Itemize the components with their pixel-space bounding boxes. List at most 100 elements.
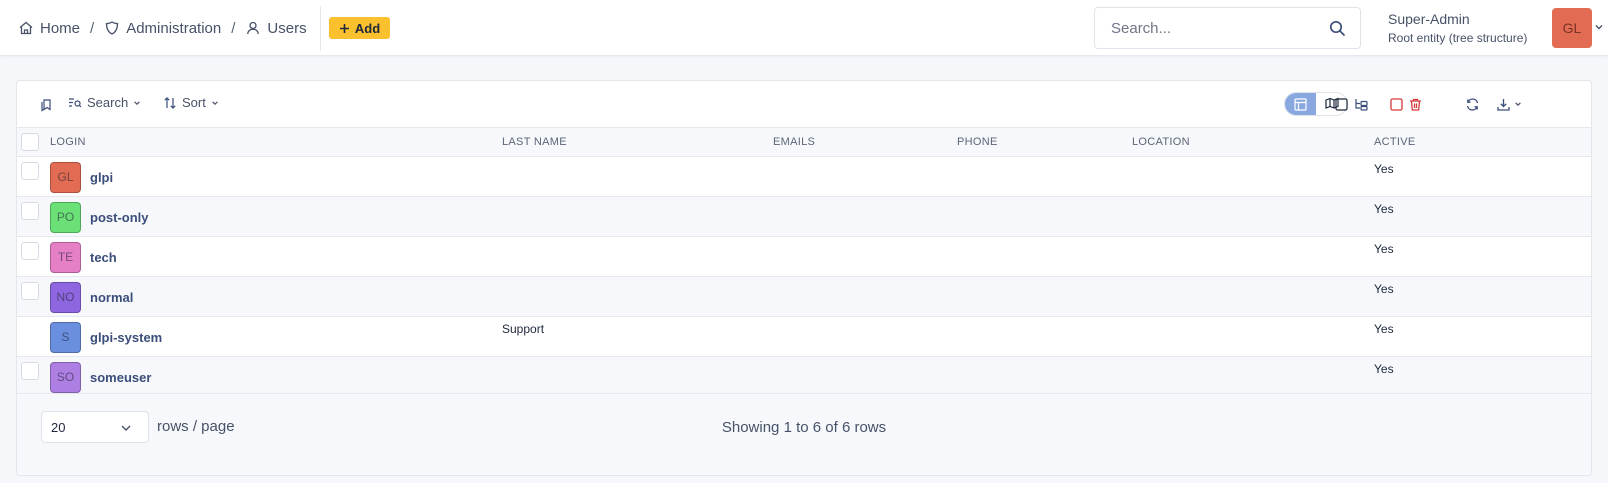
chevron-down-icon[interactable]	[1514, 100, 1522, 108]
breadcrumb-separator: /	[90, 19, 95, 37]
shield-icon	[106, 21, 119, 35]
sort-button[interactable]: Sort	[163, 95, 219, 110]
avatar-initials: NO	[56, 290, 75, 304]
login-cell: PO post-only	[50, 196, 502, 236]
select-all-checkbox[interactable]	[21, 132, 39, 151]
login-cell: SO someuser	[50, 356, 502, 396]
column-header-emails[interactable]: EMAILS	[773, 128, 957, 157]
top-header: Home / Administration / Users Add Super-…	[0, 0, 1608, 56]
column-header-last-name[interactable]: LAST NAME	[502, 128, 773, 157]
global-search-input[interactable]	[1111, 19, 1321, 37]
row-select-cell	[17, 356, 50, 396]
chevron-down-icon	[212, 100, 218, 105]
avatar-initials: GL	[57, 170, 74, 184]
row-select-cell	[17, 196, 50, 236]
last-name-cell	[502, 236, 773, 276]
breadcrumb-administration[interactable]: Administration	[104, 20, 221, 37]
list-toolbar: Search Sort	[17, 81, 1591, 128]
chevron-down-icon	[134, 100, 141, 105]
phone-cell	[957, 276, 1132, 316]
column-header-phone[interactable]: PHONE	[957, 128, 1132, 157]
avatar: S	[50, 321, 81, 353]
breadcrumb-users[interactable]: Users	[245, 19, 307, 37]
user-menu-info[interactable]: Super-Admin Root entity (tree structure)	[1388, 11, 1527, 45]
login-cell: NO normal	[50, 276, 502, 316]
phone-cell	[957, 156, 1132, 196]
user-entity: Root entity (tree structure)	[1388, 31, 1528, 45]
breadcrumb-users-label: Users	[267, 19, 307, 37]
avatar-initials: TE	[57, 250, 74, 264]
phone-cell	[957, 196, 1132, 236]
location-cell	[1132, 356, 1374, 396]
row-select-cell	[17, 316, 50, 356]
last-name-cell	[502, 196, 773, 236]
add-button-label: Add	[354, 20, 381, 36]
table-row: TE tech Yes	[17, 236, 1591, 276]
table-icon	[1294, 97, 1307, 111]
location-cell	[1132, 276, 1374, 316]
emails-cell	[773, 156, 957, 196]
row-checkbox[interactable]	[21, 241, 39, 260]
avatar: NO	[50, 281, 81, 313]
avatar-initials: S	[61, 330, 70, 344]
refresh-icon[interactable]	[1465, 97, 1480, 112]
row-checkbox[interactable]	[21, 361, 39, 380]
avatar: SO	[50, 361, 81, 393]
last-name-cell	[502, 356, 773, 396]
emails-cell	[773, 236, 957, 276]
last-name-cell	[502, 156, 773, 196]
export-icon[interactable]	[1496, 97, 1511, 112]
row-select-cell	[17, 276, 50, 316]
avatar-initials: PO	[56, 210, 75, 224]
global-search	[1094, 7, 1361, 49]
search-toggle-button[interactable]: Search	[68, 95, 141, 110]
saved-searches-icon[interactable]	[39, 97, 54, 112]
row-checkbox[interactable]	[21, 281, 39, 300]
column-header-location[interactable]: LOCATION	[1132, 128, 1374, 157]
column-header-login[interactable]: LOGIN	[50, 128, 502, 157]
breadcrumb-administration-label: Administration	[126, 19, 222, 37]
add-button[interactable]: Add	[329, 17, 390, 39]
breadcrumb: Home / Administration / Users	[18, 0, 307, 56]
plus-icon	[339, 23, 349, 33]
table-row: PO post-only Yes	[17, 196, 1591, 236]
chevron-down-icon[interactable]	[1594, 22, 1604, 32]
user-login-link[interactable]: normal	[90, 290, 133, 305]
login-cell: TE tech	[50, 236, 502, 276]
checkbox-select-icon[interactable]	[1335, 98, 1348, 111]
sort-icon	[164, 96, 176, 109]
search-icon[interactable]	[1329, 20, 1346, 37]
table-view-button[interactable]	[1285, 93, 1316, 115]
home-icon	[19, 21, 33, 35]
search-list-icon	[69, 97, 82, 107]
table-row: SO someuser Yes	[17, 356, 1591, 396]
column-header-active[interactable]: ACTIVE	[1374, 128, 1591, 157]
row-checkbox[interactable]	[21, 161, 39, 180]
breadcrumb-home[interactable]: Home	[18, 20, 80, 37]
delete-checkbox-icon[interactable]	[1390, 98, 1403, 111]
login-cell: S glpi-system	[50, 316, 502, 356]
users-list-card: Search Sort LOGIN LAST NAME EMAILS PHONE…	[16, 80, 1592, 476]
active-cell: Yes	[1374, 281, 1394, 296]
row-checkbox[interactable]	[21, 201, 39, 220]
phone-cell	[957, 356, 1132, 396]
table-row: NO normal Yes	[17, 276, 1591, 316]
last-name-cell	[502, 276, 773, 316]
table-header-row: LOGIN LAST NAME EMAILS PHONE LOCATION AC…	[17, 128, 1591, 157]
user-avatar[interactable]: GL	[1552, 8, 1592, 48]
avatar: TE	[50, 241, 81, 273]
user-login-link[interactable]: glpi-system	[90, 330, 162, 345]
trash-icon[interactable]	[1408, 97, 1423, 112]
user-login-link[interactable]: post-only	[90, 210, 149, 225]
user-login-link[interactable]: tech	[90, 250, 117, 265]
sort-label: Sort	[182, 95, 206, 110]
phone-cell	[957, 236, 1132, 276]
active-cell: Yes	[1374, 321, 1394, 336]
user-login-link[interactable]: glpi	[90, 170, 113, 185]
user-login-link[interactable]: someuser	[90, 370, 151, 385]
emails-cell	[773, 276, 957, 316]
active-cell: Yes	[1374, 161, 1394, 176]
breadcrumb-separator: /	[231, 19, 236, 37]
tree-structure-icon[interactable]	[1354, 97, 1369, 112]
row-select-cell	[17, 156, 50, 196]
